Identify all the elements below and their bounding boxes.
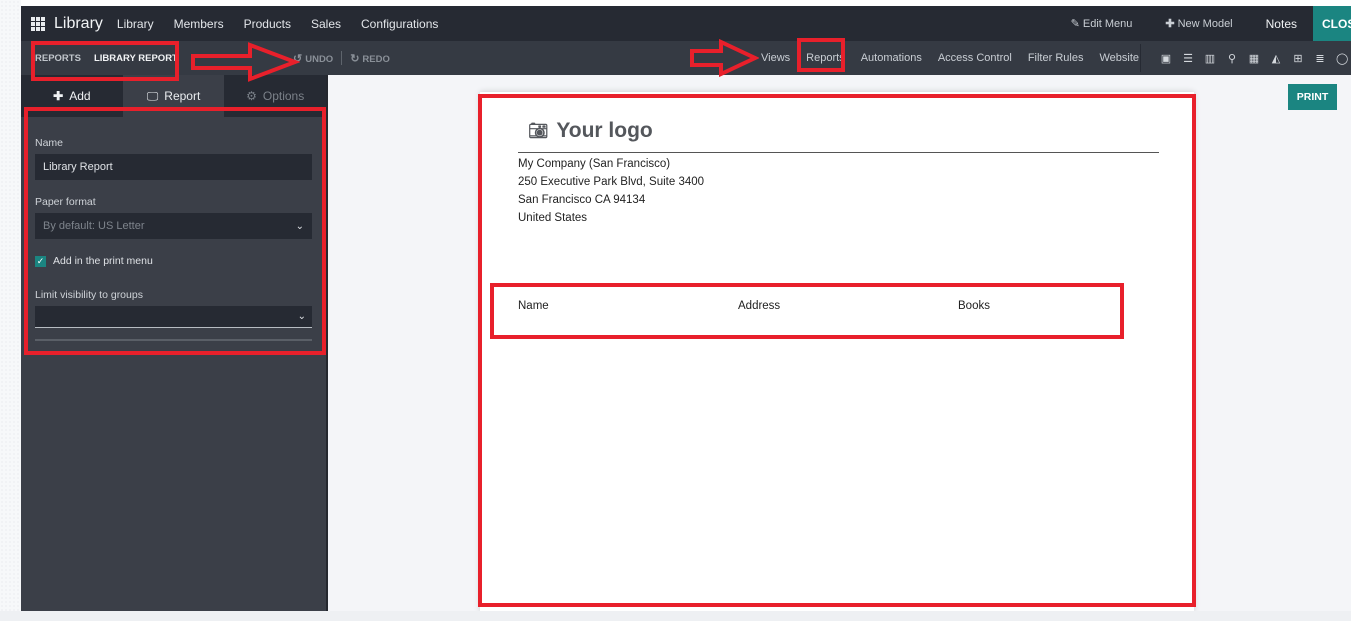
- address-line: 250 Executive Park Blvd, Suite 3400: [518, 176, 705, 188]
- list-view-icon[interactable]: ☰: [1182, 52, 1194, 65]
- redo-label: REDO: [362, 53, 390, 65]
- graph-view-icon[interactable]: ◭: [1270, 52, 1282, 65]
- breadcrumb: REPORTS LIBRARY REPORT: [35, 53, 178, 64]
- window-bottom-edge: [0, 611, 1351, 621]
- menu-filter-rules[interactable]: Filter Rules: [1028, 52, 1084, 64]
- new-model-label: New Model: [1177, 17, 1233, 30]
- calendar-view-icon[interactable]: ▦: [1248, 52, 1260, 65]
- logo-text: Your logo: [556, 119, 653, 142]
- undo-button[interactable]: ↺ UNDO: [293, 52, 333, 65]
- plus-icon: ✚: [53, 89, 64, 103]
- new-model-button[interactable]: ✚ New Model: [1165, 17, 1233, 31]
- divider: [35, 339, 312, 341]
- menu-access-control[interactable]: Access Control: [938, 52, 1012, 64]
- activity-view-icon[interactable]: ≣: [1314, 52, 1326, 65]
- divider: [341, 51, 343, 65]
- menu-automations[interactable]: Automations: [861, 52, 922, 64]
- undo-redo-group: ↺ UNDO ↻ REDO: [293, 51, 390, 65]
- paper-format-select[interactable]: By default: US Letter ⌄: [35, 213, 312, 239]
- tab-report[interactable]: 🖵 Report: [122, 75, 225, 117]
- report-properties-form: Name Library Report Paper format By defa…: [21, 117, 326, 341]
- top-navbar: Library Library Members Products Sales C…: [21, 6, 1351, 41]
- tab-report-label: Report: [164, 89, 201, 103]
- tab-add[interactable]: ✚ Add: [21, 75, 123, 117]
- address-line: United States: [518, 212, 588, 224]
- window-edge: [0, 0, 21, 621]
- sidebar: ✚ Add 🖵 Report ⚙ Options Name Library Re…: [21, 75, 327, 611]
- name-input[interactable]: Library Report: [35, 154, 312, 180]
- breadcrumb-library-report: LIBRARY REPORT: [93, 52, 178, 64]
- menu-views[interactable]: Views: [761, 52, 790, 64]
- navbar-right: ✎ Edit Menu ✚ New Model Notes CLOSE: [1071, 6, 1351, 41]
- undo-icon: ↺: [293, 52, 303, 65]
- chevron-down-icon: ⌄: [295, 220, 304, 232]
- company-address[interactable]: My Company (San Francisco) 250 Executive…: [518, 155, 704, 227]
- paper-format-label: Paper format: [35, 196, 96, 208]
- undo-label: UNDO: [305, 53, 334, 65]
- camera-icon: 📷︎: [528, 123, 549, 140]
- address-line: My Company (San Francisco): [518, 158, 671, 170]
- divider: [1140, 44, 1141, 72]
- nav-item-configurations[interactable]: Configurations: [361, 17, 438, 31]
- close-button[interactable]: CLOSE: [1313, 6, 1351, 41]
- print-menu-checkbox-row[interactable]: ✓ Add in the print menu: [35, 255, 312, 267]
- print-button[interactable]: PRINT: [1288, 84, 1337, 110]
- redo-button[interactable]: ↻ REDO: [350, 52, 390, 65]
- monitor-icon: 🖵: [146, 88, 159, 103]
- plus-icon: ✚: [1165, 18, 1175, 30]
- studio-toolbar: REPORTS LIBRARY REPORT ↺ UNDO ↻ REDO Views…: [21, 41, 1351, 75]
- groups-label: Limit visibility to groups: [35, 289, 143, 301]
- tab-add-label: Add: [69, 89, 91, 103]
- chevron-down-icon: ⌄: [297, 311, 306, 322]
- print-menu-label: Add in the print menu: [53, 255, 153, 267]
- column-header-books[interactable]: Books: [958, 300, 990, 312]
- nav-item-library[interactable]: Library: [117, 17, 154, 31]
- menu-website[interactable]: Website: [1099, 52, 1139, 64]
- nav-item-sales[interactable]: Sales: [311, 17, 341, 31]
- map-view-icon[interactable]: ⚲: [1226, 52, 1238, 65]
- pivot-view-icon[interactable]: ⊞: [1292, 52, 1304, 65]
- print-menu-checkbox[interactable]: ✓: [35, 255, 46, 267]
- edit-menu-button[interactable]: ✎ Edit Menu: [1070, 17, 1133, 31]
- tab-options[interactable]: ⚙ Options: [224, 75, 327, 117]
- form-view-icon[interactable]: ▣: [1160, 52, 1172, 65]
- tab-options-label: Options: [262, 89, 305, 103]
- menu-reports[interactable]: Reports: [806, 52, 845, 64]
- apps-grid-icon[interactable]: [31, 16, 45, 31]
- edit-menu-label: Edit Menu: [1082, 17, 1133, 30]
- column-header-address[interactable]: Address: [738, 300, 780, 312]
- studio-menu: Views Reports Automations Access Control…: [761, 41, 1155, 75]
- pencil-icon: ✎: [1070, 18, 1080, 30]
- notes-button[interactable]: Notes: [1266, 17, 1297, 31]
- breadcrumb-reports[interactable]: REPORTS: [35, 53, 81, 64]
- redo-icon: ↻: [350, 52, 360, 65]
- search-icon[interactable]: ◯: [1336, 52, 1348, 65]
- gear-icon: ⚙: [246, 89, 257, 103]
- paper-format-placeholder: By default: US Letter: [43, 220, 145, 232]
- nav-item-products[interactable]: Products: [244, 17, 291, 31]
- name-label: Name: [35, 137, 64, 149]
- column-header-name[interactable]: Name: [518, 300, 549, 312]
- app-brand[interactable]: Library: [54, 15, 103, 33]
- header-divider: [518, 152, 1159, 153]
- groups-select[interactable]: ⌄: [35, 306, 312, 328]
- view-type-icons: ▣ ☰ ▥ ⚲ ▦ ◭ ⊞ ≣ ◯: [1160, 41, 1349, 75]
- nav-item-members[interactable]: Members: [174, 17, 224, 31]
- sidebar-tabs: ✚ Add 🖵 Report ⚙ Options: [21, 75, 327, 117]
- kanban-view-icon[interactable]: ▥: [1204, 52, 1216, 65]
- company-logo[interactable]: 📷︎ Your logo: [528, 119, 653, 143]
- address-line: San Francisco CA 94134: [518, 194, 646, 206]
